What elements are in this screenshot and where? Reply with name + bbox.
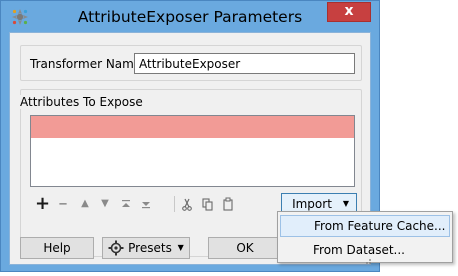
cut-icon[interactable] <box>180 196 194 212</box>
plus-icon[interactable]: + <box>35 195 50 213</box>
paste-icon[interactable] <box>221 196 235 212</box>
toolbar-separator <box>174 196 175 212</box>
chevron-down-icon: ▼ <box>177 243 184 252</box>
resize-grip-icon[interactable] <box>362 255 372 265</box>
close-button[interactable]: x <box>327 2 371 22</box>
gear-icon <box>108 240 124 256</box>
help-button[interactable]: Help <box>20 237 94 259</box>
move-down-icon[interactable]: ▼ <box>98 196 112 212</box>
transformer-name-input[interactable] <box>134 53 355 74</box>
minus-icon[interactable]: – <box>56 195 70 213</box>
ok-button[interactable]: OK <box>208 237 282 259</box>
import-button-label: Import <box>292 197 332 211</box>
presets-button[interactable]: Presets ▼ <box>102 237 190 259</box>
menu-item-from-feature-cache[interactable]: From Feature Cache... <box>280 215 450 237</box>
attributes-group-label: Attributes To Expose <box>20 95 145 109</box>
window-title: AttributeExposer Parameters <box>77 8 303 26</box>
presets-label: Presets <box>128 241 172 255</box>
attribute-row-invalid[interactable] <box>31 116 354 138</box>
move-bottom-icon[interactable] <box>139 196 153 212</box>
transformer-name-label: Transformer Name: <box>30 57 146 71</box>
copy-icon[interactable] <box>200 196 214 212</box>
move-top-icon[interactable] <box>119 196 133 212</box>
transformer-name-group: Transformer Name: <box>20 45 362 81</box>
attributes-list[interactable] <box>30 115 355 187</box>
title-bar[interactable]: AttributeExposer Parameters x <box>1 1 379 32</box>
move-up-icon[interactable]: ▲ <box>78 196 92 212</box>
